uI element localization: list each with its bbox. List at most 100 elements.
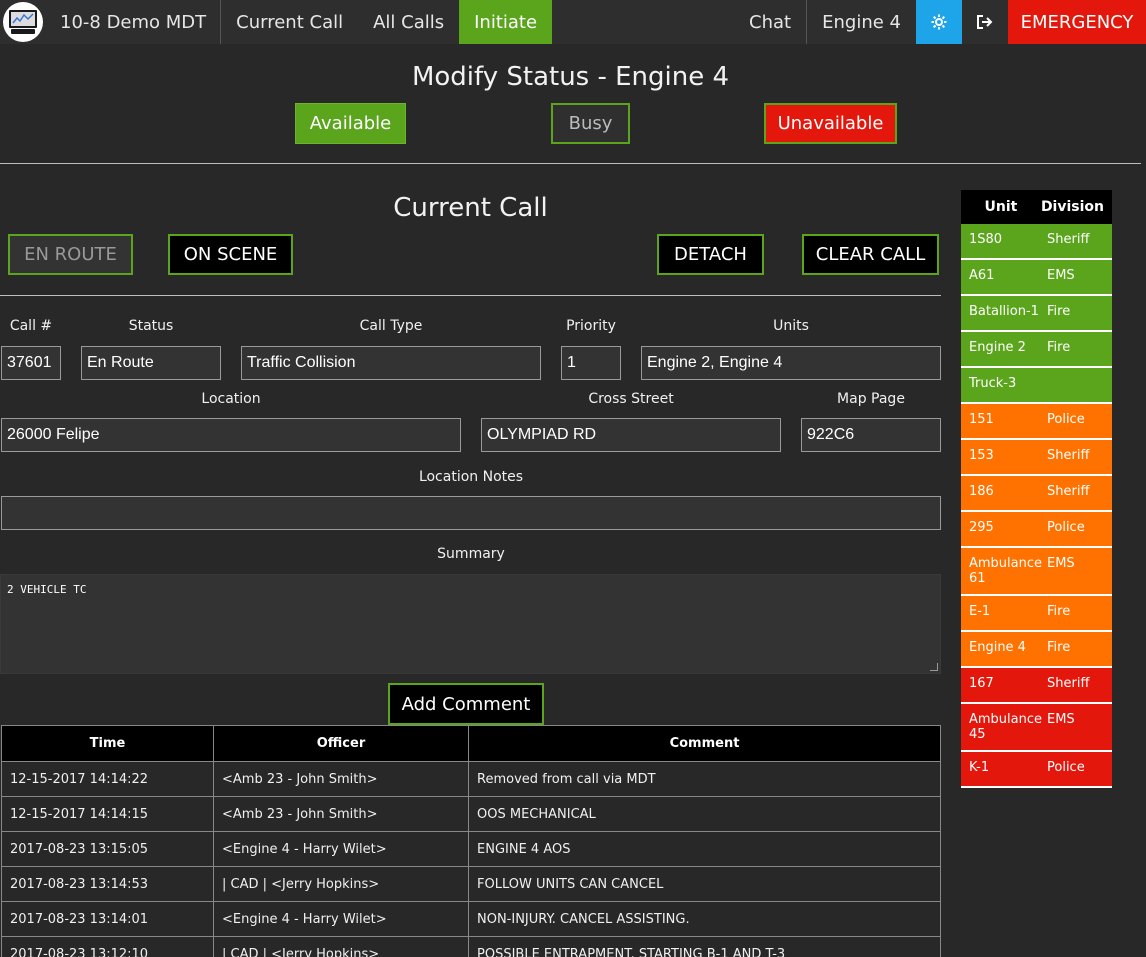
comment-text: FOLLOW UNITS CAN CANCEL <box>468 866 941 902</box>
app-logo[interactable] <box>0 0 46 44</box>
unit-list-item[interactable]: Engine 4 Fire <box>961 632 1112 668</box>
comment-time: 12-15-2017 14:14:22 <box>1 761 214 797</box>
unit-name: E-1 <box>969 604 991 619</box>
priority-field[interactable]: 1 <box>561 346 621 380</box>
unit-rows: 1S80 Sheriff A61 EMS Batallion-1 Fire Engine 2… <box>961 224 1112 788</box>
division-column-header: Division <box>1040 199 1104 215</box>
unit-list-item[interactable]: 151 Police <box>961 404 1112 440</box>
officer-column-header: Officer <box>213 725 469 762</box>
unit-division: Police <box>1047 520 1085 535</box>
unit-name: 295 <box>969 520 994 535</box>
comment-time: 2017-08-23 13:14:53 <box>1 866 214 902</box>
comment-text: Removed from call via MDT <box>468 761 941 797</box>
location-field[interactable]: 26000 Felipe <box>1 418 461 452</box>
unit-division <box>1047 376 1112 394</box>
comment-officer: | CAD | <Jerry Hopkins> <box>213 866 469 902</box>
cross-street-label: Cross Street <box>588 391 674 407</box>
unit-list-item[interactable]: A61 EMS <box>961 260 1112 296</box>
en-route-button[interactable]: EN ROUTE <box>8 234 133 275</box>
unit-division: Fire <box>1047 604 1071 619</box>
comment-officer: <Engine 4 - Harry Wilet> <box>213 901 469 937</box>
clear-call-button[interactable]: CLEAR CALL <box>802 234 939 275</box>
units-field[interactable]: Engine 2, Engine 4 <box>641 346 941 380</box>
summary-textarea[interactable]: 2 VEHICLE TC <box>0 574 941 674</box>
cross-street-field[interactable]: OLYMPIAD RD <box>481 418 781 452</box>
busy-button[interactable]: Busy <box>551 103 630 144</box>
units-label: Units <box>773 318 809 334</box>
comment-officer: <Amb 23 - John Smith> <box>213 796 469 832</box>
table-row: 12-15-2017 14:14:15 <Amb 23 - John Smith… <box>1 796 941 832</box>
nav-all-calls[interactable]: All Calls <box>358 0 459 44</box>
nav-unit-name[interactable]: Engine 4 <box>807 0 916 44</box>
comment-text: POSSIBLE ENTRAPMENT. STARTING B-1 AND T-… <box>468 936 941 957</box>
unit-division: Sheriff <box>1047 232 1090 247</box>
nav-chat[interactable]: Chat <box>734 0 808 44</box>
unit-division: Fire <box>1047 340 1071 355</box>
table-row: 2017-08-23 13:14:01 <Engine 4 - Harry Wi… <box>1 901 941 937</box>
detach-button[interactable]: DETACH <box>657 234 764 275</box>
unit-division: EMS <box>1047 712 1075 727</box>
unit-list-item[interactable]: Ambulance 45 EMS <box>961 704 1112 752</box>
unit-division: Fire <box>1047 304 1071 319</box>
logout-button[interactable] <box>962 0 1008 44</box>
add-comment-button[interactable]: Add Comment <box>388 683 544 725</box>
unit-list-item[interactable]: K-1 Police <box>961 752 1112 788</box>
unavailable-button[interactable]: Unavailable <box>764 103 897 144</box>
unit-division: EMS <box>1047 268 1075 283</box>
unit-panel-header: Unit Division <box>961 190 1112 224</box>
call-number-field[interactable]: 37601 <box>1 346 61 380</box>
available-button[interactable]: Available <box>295 103 406 144</box>
unit-list-item[interactable]: 295 Police <box>961 512 1112 548</box>
unit-list-item[interactable]: Engine 2 Fire <box>961 332 1112 368</box>
nav-current-call[interactable]: Current Call <box>221 0 358 44</box>
table-row: 12-15-2017 14:14:22 <Amb 23 - John Smith… <box>1 761 941 797</box>
sign-out-icon <box>977 15 993 29</box>
on-scene-button[interactable]: ON SCENE <box>168 234 293 275</box>
comment-column-header: Comment <box>468 725 941 762</box>
unit-division: Police <box>1047 412 1085 427</box>
unit-list-item[interactable]: 1S80 Sheriff <box>961 224 1112 260</box>
table-header-row: Time Officer Comment <box>1 725 941 762</box>
unit-division: Sheriff <box>1047 484 1090 499</box>
modify-status-title: Modify Status - Engine 4 <box>411 62 730 92</box>
unit-division: Police <box>1047 760 1085 775</box>
unit-list-item[interactable]: Batallion-1 Fire <box>961 296 1112 332</box>
unit-list-item[interactable]: E-1 Fire <box>961 596 1112 632</box>
unit-name: 151 <box>969 412 994 427</box>
location-label: Location <box>201 391 261 407</box>
resize-handle[interactable] <box>930 663 938 671</box>
nav-initiate[interactable]: Initiate <box>459 0 553 44</box>
unit-list-item[interactable]: 167 Sheriff <box>961 668 1112 704</box>
unit-status-panel: Unit Division 1S80 Sheriff A61 EMS Batallion… <box>961 190 1112 788</box>
unit-name: A61 <box>969 268 995 283</box>
monitor-logo-icon <box>3 2 43 42</box>
unit-list-item[interactable]: 186 Sheriff <box>961 476 1112 512</box>
location-notes-field[interactable] <box>1 496 941 530</box>
settings-button[interactable] <box>916 0 962 44</box>
comment-time: 12-15-2017 14:14:15 <box>1 796 214 832</box>
nav-brand[interactable]: 10-8 Demo MDT <box>46 0 222 44</box>
comment-text: OOS MECHANICAL <box>468 796 941 832</box>
time-column-header: Time <box>1 725 214 762</box>
unit-division: Sheriff <box>1047 448 1090 463</box>
unit-list-item[interactable]: Ambulance 61 EMS <box>961 548 1112 596</box>
unit-name: Ambulance 61 <box>969 556 1043 586</box>
unit-name: Ambulance 45 <box>969 712 1043 742</box>
gear-icon <box>931 14 947 30</box>
map-page-field[interactable]: 922C6 <box>801 418 941 452</box>
current-call-title: Current Call <box>393 193 548 223</box>
call-type-field[interactable]: Traffic Collision <box>241 346 541 380</box>
unit-column-header: Unit <box>984 199 1018 215</box>
comment-text: ENGINE 4 AOS <box>468 831 941 867</box>
unit-name: 1S80 <box>969 232 1003 247</box>
unit-name: Engine 2 <box>969 340 1026 355</box>
call-number-label: Call # <box>9 318 53 334</box>
status-field[interactable]: En Route <box>81 346 221 380</box>
unit-list-item[interactable]: 153 Sheriff <box>961 440 1112 476</box>
unit-list-item[interactable]: Truck-3 <box>961 368 1112 404</box>
summary-label: Summary <box>437 546 505 562</box>
priority-label: Priority <box>566 318 616 334</box>
comment-text: NON-INJURY. CANCEL ASSISTING. <box>468 901 941 937</box>
emergency-button[interactable]: EMERGENCY <box>1008 0 1146 44</box>
